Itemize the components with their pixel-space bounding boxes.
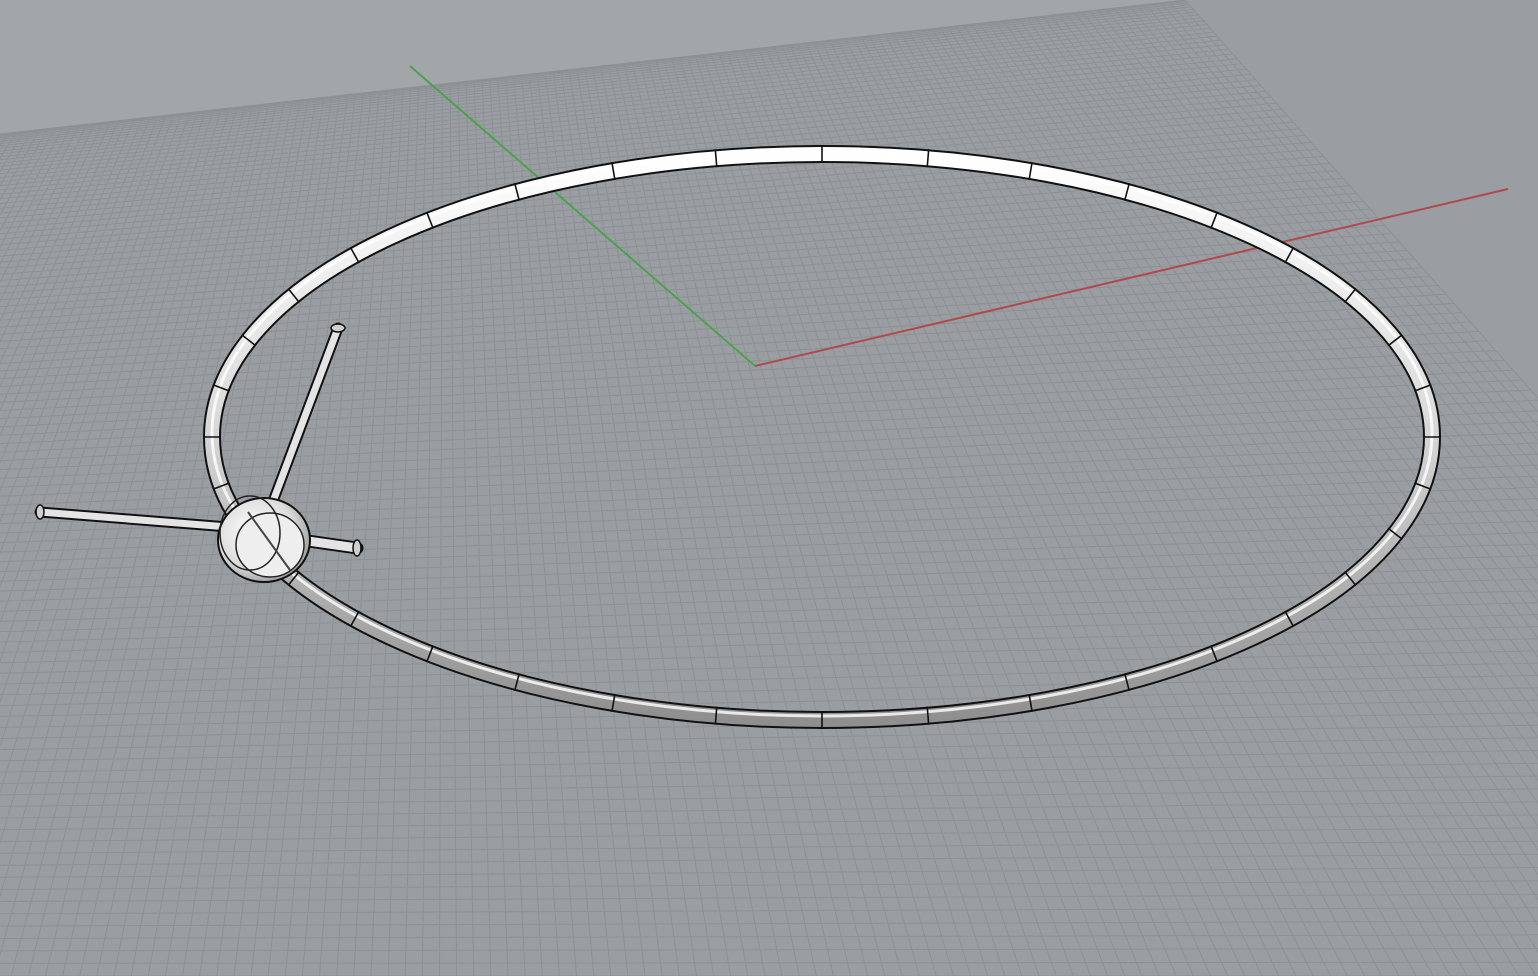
3d-viewport[interactable] [0, 0, 1538, 976]
hub-face [235, 512, 305, 578]
spoke-up-cap [330, 323, 346, 333]
scene-canvas[interactable] [0, 0, 1538, 976]
spoke-right-cap [352, 539, 362, 557]
spoke-left-cap [35, 504, 45, 520]
hub[interactable] [217, 495, 311, 583]
